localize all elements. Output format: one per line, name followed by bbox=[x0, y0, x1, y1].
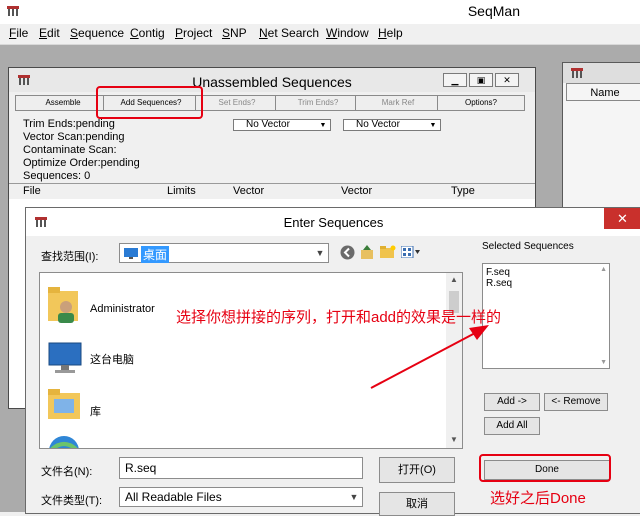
open-button[interactable]: 打开(O) bbox=[379, 457, 455, 483]
status-trim-ends: Trim Ends:pending bbox=[23, 118, 115, 130]
scroll-down-icon[interactable]: ▼ bbox=[600, 359, 607, 366]
menu-file[interactable]: File bbox=[9, 26, 28, 40]
column-header-limits[interactable]: Limits bbox=[167, 185, 196, 197]
view-menu-icon[interactable] bbox=[401, 246, 421, 258]
menu-edit[interactable]: Edit bbox=[39, 26, 60, 40]
file-item-administrator[interactable]: Administrator bbox=[90, 303, 155, 315]
user-folder-icon bbox=[48, 287, 78, 323]
menu-window[interactable]: Window bbox=[326, 26, 369, 40]
trim-ends-button[interactable]: Trim Ends? bbox=[275, 95, 361, 111]
look-in-value: 桌面 bbox=[141, 246, 170, 263]
selected-sequences-label: Selected Sequences bbox=[482, 241, 574, 252]
restore-icon: ▣ bbox=[476, 75, 486, 85]
set-ends-button[interactable]: Set Ends? bbox=[195, 95, 279, 111]
cancel-button[interactable]: 取消 bbox=[379, 492, 455, 516]
computer-icon bbox=[48, 342, 82, 373]
new-folder-icon[interactable] bbox=[380, 245, 396, 259]
status-contaminate-scan: Contaminate Scan: bbox=[23, 144, 117, 156]
filename-input[interactable]: R.seq bbox=[119, 457, 363, 479]
selected-item-r[interactable]: R.seq bbox=[486, 278, 512, 289]
column-header-name[interactable]: Name bbox=[566, 83, 640, 101]
selected-sequences-list[interactable]: F.seq R.seq ▲ ▼ bbox=[482, 263, 610, 369]
library-folder-icon bbox=[48, 389, 80, 419]
menu-contig[interactable]: Contig bbox=[130, 26, 165, 40]
minimize-button[interactable]: ▁ bbox=[443, 73, 467, 87]
menu-help[interactable]: Help bbox=[378, 26, 403, 40]
add-button[interactable]: Add -> bbox=[484, 393, 540, 411]
column-header-type[interactable]: Type bbox=[451, 185, 475, 197]
filename-label: 文件名(N): bbox=[41, 466, 93, 478]
file-item-library[interactable]: 库 bbox=[90, 403, 101, 419]
contig-window-titlebar[interactable] bbox=[563, 63, 640, 83]
highlight-done bbox=[479, 454, 611, 482]
file-item-this-pc[interactable]: 这台电脑 bbox=[90, 351, 134, 367]
close-button[interactable]: ✕ bbox=[495, 73, 519, 87]
scroll-down-icon[interactable]: ▼ bbox=[450, 435, 458, 444]
menu-sequence[interactable]: Sequence bbox=[70, 26, 124, 40]
options-button[interactable]: Options? bbox=[437, 95, 525, 111]
scroll-up-icon[interactable]: ▲ bbox=[450, 275, 458, 284]
seqman-window-icon bbox=[571, 68, 583, 78]
status-optimize-order: Optimize Order:pending bbox=[23, 157, 140, 169]
close-icon: ✕ bbox=[617, 211, 628, 226]
chevron-down-icon: ▼ bbox=[349, 492, 359, 502]
column-header-file[interactable]: File bbox=[23, 185, 41, 197]
look-in-select[interactable]: 桌面 ▼ bbox=[119, 243, 329, 263]
highlight-add-sequences bbox=[96, 86, 203, 119]
remove-button[interactable]: <- Remove bbox=[544, 393, 608, 411]
network-icon bbox=[49, 436, 79, 448]
dialog-titlebar[interactable]: Enter Sequences ✕ bbox=[26, 208, 640, 236]
vector-select-2[interactable]: No Vector ▼ bbox=[343, 119, 441, 131]
app-titlebar: SeqMan bbox=[0, 0, 640, 24]
column-header-vector[interactable]: Vector bbox=[233, 185, 264, 197]
column-header-vector-2[interactable]: Vector bbox=[341, 185, 372, 197]
vector-select-1[interactable]: No Vector ▼ bbox=[233, 119, 331, 131]
scroll-up-icon[interactable]: ▲ bbox=[600, 266, 607, 273]
filetype-label: 文件类型(T): bbox=[41, 495, 103, 507]
selected-item-f[interactable]: F.seq bbox=[486, 267, 510, 278]
menubar: File Edit Sequence Contig Project SNP Ne… bbox=[0, 24, 640, 45]
red-arrow-icon bbox=[370, 325, 489, 389]
chevron-down-icon: ▼ bbox=[315, 248, 325, 258]
restore-button[interactable]: ▣ bbox=[469, 73, 493, 87]
add-all-button[interactable]: Add All bbox=[484, 417, 540, 435]
desktop-icon bbox=[124, 248, 138, 259]
up-folder-icon[interactable] bbox=[360, 244, 375, 260]
app-title: SeqMan bbox=[467, 3, 520, 19]
annotation-done: 选好之后Done bbox=[490, 490, 586, 507]
status-sequences-count: Sequences: 0 bbox=[23, 170, 91, 182]
back-icon[interactable] bbox=[340, 245, 355, 260]
dialog-title: Enter Sequences bbox=[283, 215, 384, 230]
menu-net-search[interactable]: Net Search bbox=[259, 26, 319, 40]
minimize-icon: ▁ bbox=[451, 75, 459, 85]
filetype-select[interactable]: All Readable Files ▼ bbox=[119, 487, 363, 507]
status-vector-scan: Vector Scan:pending bbox=[23, 131, 125, 143]
chevron-down-icon: ▼ bbox=[319, 122, 327, 129]
close-icon: ✕ bbox=[503, 75, 511, 85]
mark-ref-button[interactable]: Mark Ref bbox=[355, 95, 441, 111]
unassembled-titlebar[interactable]: Unassembled Sequences ▁ ▣ ✕ bbox=[9, 68, 535, 92]
menu-snp[interactable]: SNP bbox=[222, 26, 247, 40]
look-in-label: 查找范围(I): bbox=[41, 251, 99, 263]
chevron-down-icon: ▼ bbox=[429, 122, 437, 129]
menu-project[interactable]: Project bbox=[175, 26, 212, 40]
dialog-close-button[interactable]: ✕ bbox=[604, 208, 640, 229]
